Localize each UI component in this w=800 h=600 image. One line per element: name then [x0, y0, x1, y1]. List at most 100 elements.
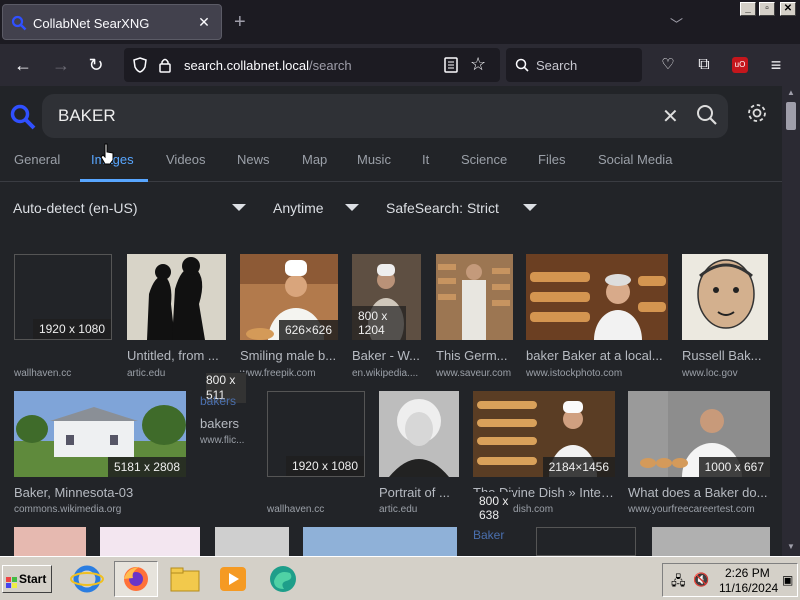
url-text[interactable]: search.collabnet.local/search	[184, 58, 352, 73]
extensions-icon[interactable]: ⧉	[693, 54, 715, 76]
safesearch-select[interactable]: SafeSearch: Strict	[386, 200, 499, 216]
chevron-down-icon[interactable]	[232, 204, 246, 211]
result-title[interactable]: bakers	[200, 416, 250, 431]
category-tabs: General Images Videos News Map Music It …	[0, 146, 782, 182]
pocket-icon[interactable]: ♡	[657, 54, 679, 76]
tab-videos[interactable]: Videos	[166, 152, 206, 167]
scroll-up-icon[interactable]: ▲	[787, 88, 795, 97]
volume-muted-icon[interactable]: 🔇	[693, 572, 709, 588]
image-result[interactable]	[127, 254, 226, 340]
broken-image-result[interactable]: 800 x 511 bakers	[200, 372, 246, 408]
result-url: artic.edu	[127, 368, 166, 379]
shield-icon[interactable]	[132, 57, 148, 73]
close-window-icon[interactable]: ✕	[780, 2, 796, 16]
folder-icon[interactable]	[168, 563, 202, 595]
image-result[interactable]	[14, 527, 86, 556]
clock-time[interactable]: 2:26 PM	[725, 566, 770, 580]
tab-strip: CollabNet SearXNG ✕ + ﹀ _ ▫ ✕	[0, 0, 800, 44]
language-select[interactable]: Auto-detect (en-US)	[13, 200, 138, 216]
navigation-toolbar: ← → ↻ search.collabnet.local/search ☆ Se…	[0, 44, 800, 86]
image-result[interactable]: 1000 x 667	[628, 391, 770, 477]
browser-search-bar[interactable]: Search	[506, 48, 642, 82]
tab-files[interactable]: Files	[538, 152, 565, 167]
tab-music[interactable]: Music	[357, 152, 391, 167]
page-scrollbar[interactable]: ▲ ▼	[782, 86, 800, 556]
network-icon[interactable]: 🖧	[671, 572, 686, 594]
image-result[interactable]: 1920 x 1080	[14, 254, 112, 340]
result-title[interactable]: Baker - W...	[352, 348, 426, 363]
ublock-origin-icon[interactable]: uO	[732, 57, 748, 73]
firefox-taskbar-button[interactable]	[114, 561, 158, 597]
result-title[interactable]: Russell Bak...	[682, 348, 768, 363]
lock-icon[interactable]	[158, 57, 172, 73]
list-all-tabs-icon[interactable]: ﹀	[670, 14, 683, 33]
result-url: www.saveur.com	[436, 368, 512, 379]
minimize-window-icon[interactable]: _	[740, 2, 756, 16]
internet-explorer-icon[interactable]	[70, 563, 104, 595]
result-url: wallhaven.cc	[14, 368, 72, 379]
search-icon	[515, 58, 529, 72]
image-result[interactable]	[536, 527, 636, 556]
image-result[interactable]: 626×626	[240, 254, 338, 340]
back-icon[interactable]: ←	[12, 54, 34, 76]
result-title[interactable]: Baker, Minnesota-03	[14, 485, 186, 500]
image-result[interactable]: 2184×1456	[473, 391, 615, 477]
search-input[interactable]: BAKER	[58, 106, 116, 126]
reader-view-icon[interactable]	[444, 57, 458, 73]
url-bar[interactable]: search.collabnet.local/search ☆	[124, 48, 500, 82]
close-tab-icon[interactable]: ✕	[195, 13, 213, 31]
image-result[interactable]	[100, 527, 200, 556]
tab-it[interactable]: It	[422, 152, 429, 167]
result-title[interactable]: Untitled, from ...	[127, 348, 227, 363]
maximize-window-icon[interactable]: ▫	[759, 2, 775, 16]
clock-date[interactable]: 11/16/2024	[719, 581, 778, 595]
active-tab-indicator	[80, 179, 148, 182]
media-player-icon[interactable]	[216, 563, 250, 595]
show-desktop-icon[interactable]: ▣	[782, 573, 793, 587]
hand-cursor-icon	[100, 143, 114, 165]
result-title[interactable]: This Germ...	[436, 348, 516, 363]
search-submit-icon[interactable]	[696, 104, 718, 126]
tab-map[interactable]: Map	[302, 152, 327, 167]
tab-science[interactable]: Science	[461, 152, 507, 167]
image-result[interactable]	[682, 254, 768, 340]
image-result[interactable]	[526, 254, 668, 340]
image-result[interactable]	[379, 391, 459, 477]
broken-image-result[interactable]: 800 x 638 Baker	[473, 492, 513, 556]
new-tab-icon[interactable]: +	[234, 12, 246, 32]
image-result[interactable]: 5181 x 2808	[14, 391, 186, 477]
edge-browser-icon[interactable]	[266, 563, 300, 595]
result-title[interactable]: Portrait of ...	[379, 485, 459, 500]
scroll-thumb[interactable]	[786, 102, 796, 130]
tab-social-media[interactable]: Social Media	[598, 152, 672, 167]
image-result[interactable]	[303, 527, 457, 556]
result-url: en.wikipedia....	[352, 368, 419, 379]
image-result[interactable]	[652, 527, 770, 556]
image-result[interactable]	[215, 527, 289, 556]
clear-search-icon[interactable]: ✕	[662, 104, 679, 129]
result-url: www.freepik.com	[240, 368, 316, 379]
settings-gear-icon[interactable]	[746, 102, 768, 124]
scroll-down-icon[interactable]: ▼	[787, 542, 795, 551]
forward-icon[interactable]: →	[50, 54, 72, 76]
result-title[interactable]: baker Baker at a local...	[526, 348, 670, 363]
menu-icon[interactable]: ≡	[765, 54, 787, 76]
image-result[interactable]	[436, 254, 513, 340]
start-button[interactable]: Start	[2, 565, 52, 593]
searxng-logo-icon[interactable]	[10, 104, 36, 130]
image-result[interactable]: 1920 x 1080	[267, 391, 365, 477]
time-range-select[interactable]: Anytime	[273, 200, 324, 216]
resolution-label: 1920 x 1080	[285, 456, 364, 476]
chevron-down-icon[interactable]	[523, 204, 537, 211]
image-result[interactable]: 800 x 1204	[352, 254, 421, 340]
tab-news[interactable]: News	[237, 152, 270, 167]
tab-general[interactable]: General	[14, 152, 60, 167]
result-title[interactable]: Smiling male b...	[240, 348, 340, 363]
reload-icon[interactable]: ↻	[85, 54, 107, 76]
result-url: www.flic...	[200, 435, 245, 446]
chevron-down-icon[interactable]	[345, 204, 359, 211]
browser-tab[interactable]: CollabNet SearXNG ✕	[2, 4, 222, 40]
result-title[interactable]: What does a Baker do...	[628, 485, 770, 500]
bookmark-star-icon[interactable]: ☆	[470, 54, 486, 75]
search-input-box[interactable]: BAKER ✕	[42, 94, 728, 138]
